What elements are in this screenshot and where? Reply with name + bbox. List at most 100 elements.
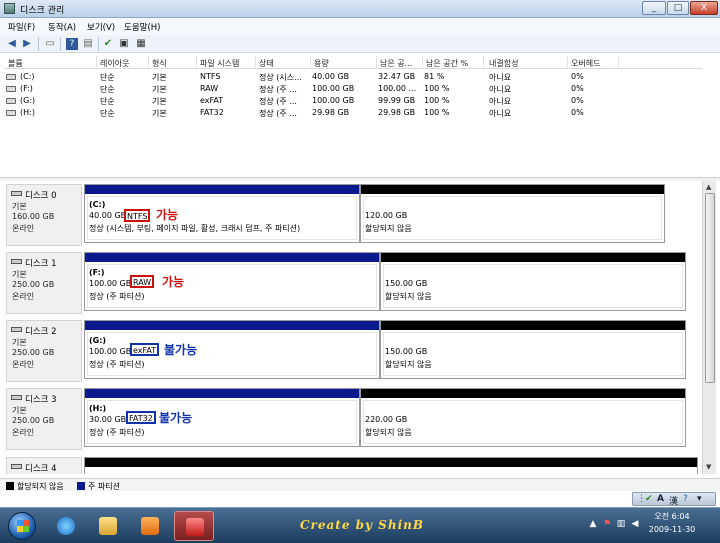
cell-volume: (H:) [20,108,35,117]
cell-layout: 단순 [100,109,115,118]
input-mode-label[interactable]: A [657,494,664,504]
menu-view[interactable]: 보기(V) [87,21,115,33]
settings-icon[interactable]: ▦ [135,38,147,50]
cell-capacity: 40.00 GB [312,72,350,81]
start-button[interactable] [8,512,36,540]
cell-free-space: 32.47 GB [378,72,416,81]
cell-free-space: 29.98 GB [378,108,416,117]
primary-partition-bar [85,253,379,262]
legend-unallocated-label: 할당되지 않음 [17,482,64,491]
cell-status: 정상 (주 ... [259,85,297,94]
disk-type: 기본 [12,270,27,279]
vertical-scrollbar[interactable]: ▲ ▼ [702,181,716,474]
unallocated-space[interactable]: 150.00 GB 할당되지 않음 [380,252,686,311]
close-button[interactable]: X [690,1,718,15]
cell-status: 정상 (주 ... [259,97,297,106]
disk-type: 기본 [12,338,27,347]
column-header[interactable]: 남은 공간 % [426,58,468,69]
network-icon[interactable]: ▥ [616,519,626,529]
partition-h[interactable]: (H:) 30.00 GB FAT32 불가능 정상 (주 파티션) [84,388,360,447]
refresh-icon[interactable]: ▤ [82,38,94,50]
maximize-button[interactable]: □ [667,1,689,15]
disk-2-label[interactable]: 디스크 2 기본 250.00 GB 온라인 [6,320,82,382]
disk-size: 250.00 GB [12,416,55,425]
volume-disk-icon [6,74,16,80]
scroll-down-icon[interactable]: ▼ [706,463,711,471]
clock-date[interactable]: 2009-11-30 [644,525,700,534]
show-hidden-icons-icon[interactable]: ▲ [588,519,598,529]
disk-3-label[interactable]: 디스크 3 기본 250.00 GB 온라인 [6,388,82,450]
help-icon[interactable]: ? [66,38,78,50]
forward-icon[interactable]: ▶ [21,38,33,50]
taskbar-media-player[interactable] [130,511,170,541]
column-header[interactable]: 내결함성 [489,58,518,69]
menu-file[interactable]: 파일(F) [8,21,35,33]
cell-layout: 단순 [100,85,115,94]
primary-partition-bar [85,321,379,330]
help-icon[interactable]: ? [683,494,688,504]
taskbar-disk-management[interactable] [174,511,214,541]
volume-disk-icon [6,98,16,104]
scroll-up-icon[interactable]: ▲ [706,183,711,191]
unallocated-space[interactable]: 150.00 GB 할당되지 않음 [380,320,686,379]
hanja-label[interactable]: 漢 [669,494,678,507]
langbar-options-icon[interactable]: ▾ [697,494,702,504]
cell-fault-tolerance: 아니요 [489,97,512,106]
language-bar[interactable]: ⋮ ✔ A 漢 ? ▾ [632,492,716,507]
menu-action[interactable]: 동작(A) [48,21,76,33]
legend-unallocated-swatch [6,482,14,490]
disk-icon [11,259,22,264]
volume-icon[interactable]: ◀ [630,519,640,529]
volume-row[interactable]: (H:) 단순 기본 FAT32 정상 (주 ... 29.98 GB 29.9… [4,107,702,119]
support-note: 불가능 [164,343,198,357]
taskbar-explorer[interactable] [88,511,128,541]
rescan-icon[interactable]: ▣ [118,38,130,50]
partition-size: 100.00 GB [89,347,132,356]
volume-row[interactable]: (G:) 단순 기본 exFAT 정상 (주 ... 100.00 GB 99.… [4,95,702,107]
column-header[interactable]: 오버헤드 [571,58,600,69]
disk-0-label[interactable]: 디스크 0 기본 160.00 GB 온라인 [6,184,82,246]
minimize-button[interactable]: _ [642,1,666,15]
disk-status: 온라인 [12,428,35,437]
action-center-icon[interactable]: ⚑ [602,519,612,529]
volume-row[interactable]: (F:) 단순 기본 RAW 정상 (주 ... 100.00 GB 100.0… [4,83,702,95]
volume-row[interactable]: (C:) 단순 기본 NTFS 정상 (시스... 40.00 GB 32.47… [4,71,702,83]
partition-f[interactable]: (F:) 100.00 GB RAW 가능 정상 (주 파티션) [84,252,380,311]
up-icon[interactable]: ▭ [44,38,56,50]
volume-disk-icon [6,110,16,116]
unallocated-space[interactable]: 120.00 GB 할당되지 않음 [360,184,665,243]
column-header[interactable]: 상태 [259,58,274,69]
cell-filesystem: NTFS [200,72,221,81]
column-header[interactable]: 형식 [152,58,167,69]
partition-label: (G:) [89,336,107,345]
cell-type: 기본 [152,109,167,118]
disk-status: 온라인 [12,360,35,369]
menu-bar: 파일(F) 동작(A) 보기(V) 도움말(H) [0,18,720,35]
unallocated-space[interactable]: 220.00 GB 할당되지 않음 [360,388,686,447]
column-header[interactable]: 파일 시스템 [200,58,239,69]
filesystem-highlight: exFAT [130,343,160,356]
properties-icon[interactable]: ✔ [102,38,114,50]
menu-help[interactable]: 도움말(H) [124,21,160,33]
taskbar-ie[interactable] [46,511,86,541]
credit-text: Create by ShinB [300,518,424,532]
column-header[interactable]: 남은 공... [380,58,412,69]
unallocated-bar [85,458,697,467]
disk-4-partition[interactable] [84,457,698,474]
unallocated-bar [361,185,664,194]
column-header[interactable]: 레이아웃 [100,58,129,69]
disk-management-icon [4,3,15,14]
disk-4-label[interactable]: 디스크 4 기본 [6,457,82,474]
back-icon[interactable]: ◀ [6,38,18,50]
cell-status: 정상 (주 ... [259,109,297,118]
internet-explorer-icon [57,517,75,535]
scrollbar-thumb[interactable] [705,193,715,383]
column-header[interactable]: 용량 [314,58,329,69]
partition-g[interactable]: (G:) 100.00 GB exFAT 불가능 정상 (주 파티션) [84,320,380,379]
partition-c[interactable]: (C:) 40.00 GB NTFS 가능 정상 (시스템, 부팅, 페이지 파… [84,184,360,243]
unallocated-size: 220.00 GB [365,415,408,424]
partition-status: 정상 (주 파티션) [89,292,145,301]
disk-1-label[interactable]: 디스크 1 기본 250.00 GB 온라인 [6,252,82,314]
clock-time[interactable]: 오전 6:04 [644,511,700,522]
column-header[interactable]: 볼륨 [8,58,23,69]
